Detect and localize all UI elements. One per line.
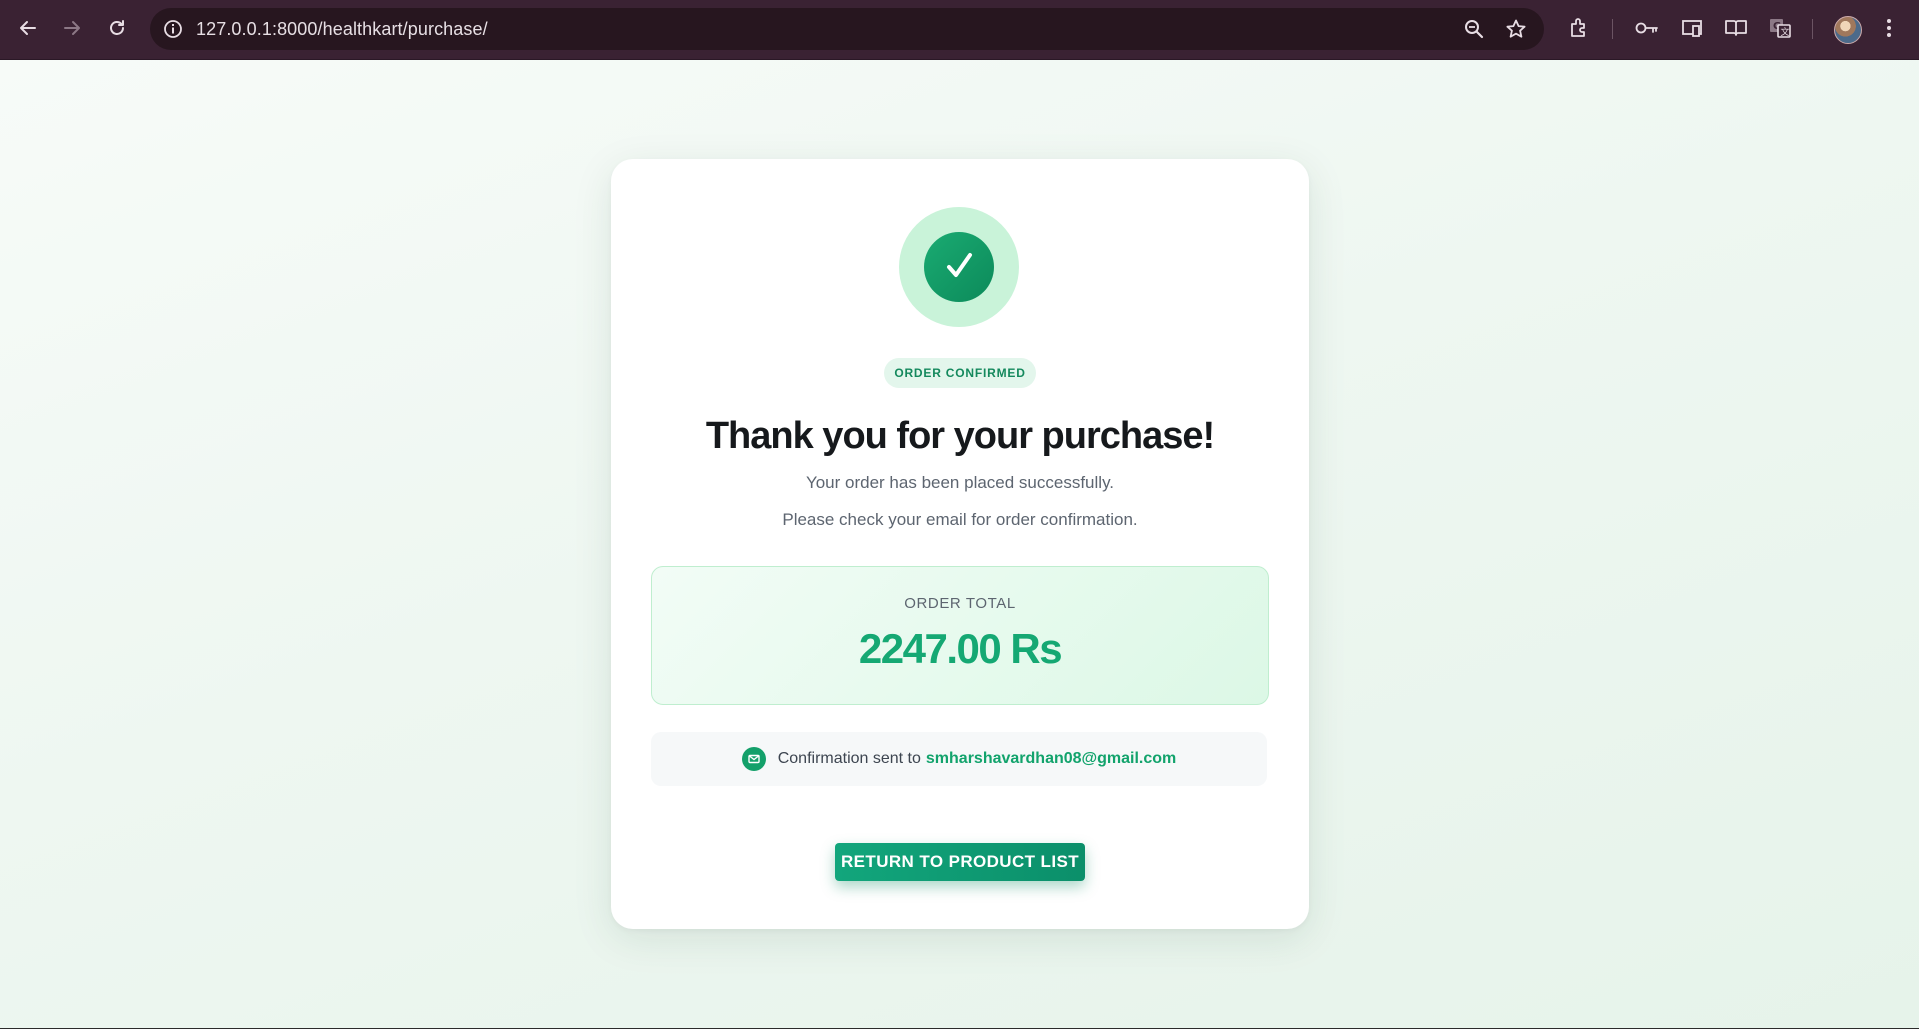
- confirmation-card: ORDER CONFIRMED Thank you for your purch…: [611, 159, 1309, 929]
- bookmark-star-icon[interactable]: [1505, 18, 1527, 40]
- svg-text:文: 文: [1781, 26, 1790, 38]
- address-bar[interactable]: 127.0.0.1:8000/healthkart/purchase/: [150, 8, 1544, 50]
- email-confirmation-panel: Confirmation sent to smharshavardhan08@g…: [651, 732, 1267, 786]
- success-message: Your order has been placed successfully.: [805, 473, 1115, 492]
- status-badge: ORDER CONFIRMED: [884, 358, 1036, 388]
- cast-icon[interactable]: [1680, 16, 1704, 40]
- toolbar-divider: [1812, 19, 1813, 39]
- password-key-icon[interactable]: [1634, 16, 1660, 40]
- url-text[interactable]: 127.0.0.1:8000/healthkart/purchase/: [196, 19, 488, 40]
- email-address: smharshavardhan08@gmail.com: [925, 750, 1177, 767]
- reload-icon[interactable]: [103, 14, 131, 42]
- email-check-message: Please check your email for order confir…: [782, 510, 1138, 529]
- back-arrow-icon[interactable]: [14, 14, 42, 42]
- return-to-product-list-button[interactable]: RETURN TO PRODUCT LIST: [835, 843, 1085, 881]
- order-total-label: ORDER TOTAL: [904, 595, 1016, 612]
- translate-icon[interactable]: G文: [1768, 16, 1792, 40]
- menu-icon[interactable]: [1885, 16, 1893, 40]
- order-total-panel: ORDER TOTAL 2247.00 Rs: [651, 566, 1269, 705]
- site-info-icon[interactable]: [162, 18, 184, 40]
- checkmark-icon: [924, 232, 994, 302]
- extensions-icon[interactable]: [1567, 16, 1591, 40]
- mail-icon: [741, 747, 766, 771]
- success-check-badge: [899, 207, 1019, 327]
- reading-mode-icon[interactable]: [1724, 16, 1748, 40]
- forward-arrow-icon[interactable]: [58, 14, 86, 42]
- browser-toolbar: 127.0.0.1:8000/healthkart/purchase/ G文: [0, 0, 1919, 60]
- page-background: ORDER CONFIRMED Thank you for your purch…: [0, 60, 1919, 1029]
- email-prefix-text: Confirmation sent to: [777, 750, 921, 767]
- order-total-amount: 2247.00 Rs: [858, 625, 1063, 672]
- toolbar-divider: [1612, 19, 1613, 39]
- zoom-icon[interactable]: [1464, 19, 1484, 39]
- page-title: Thank you for your purchase!: [705, 415, 1215, 457]
- profile-avatar[interactable]: [1834, 16, 1862, 44]
